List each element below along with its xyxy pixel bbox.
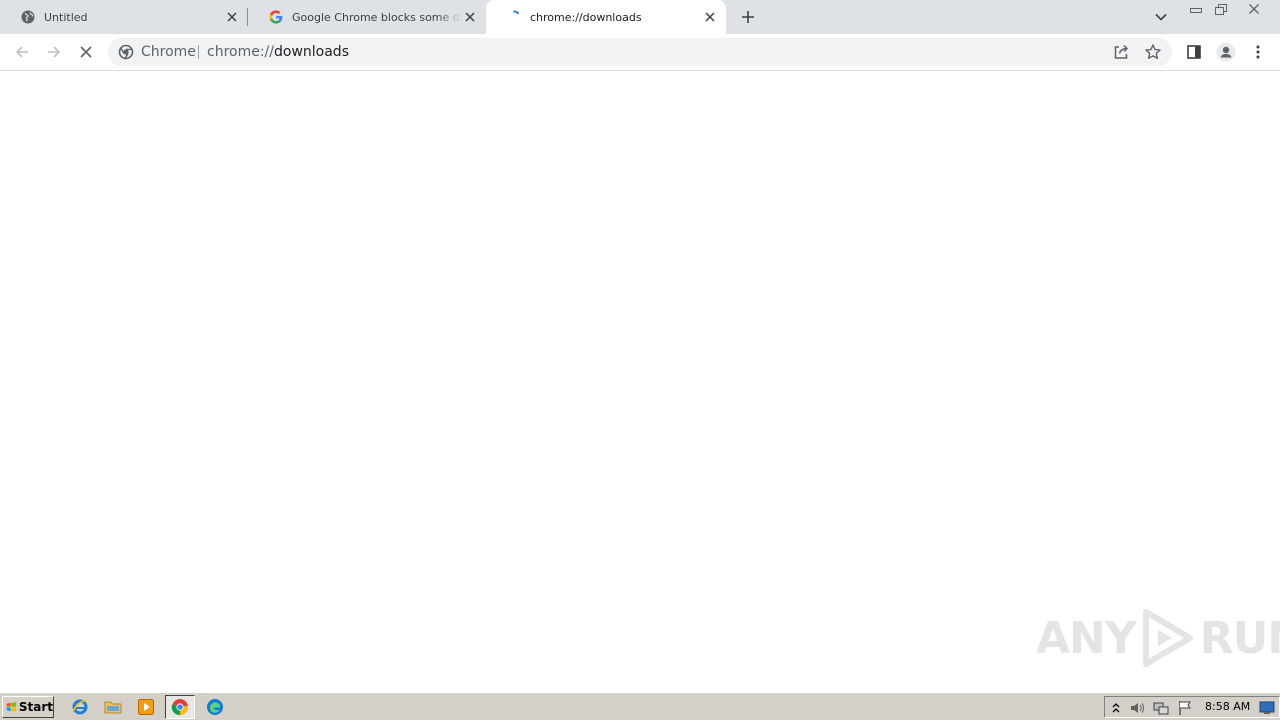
address-bar[interactable]: Chrome chrome://downloads — [108, 38, 1172, 66]
minimize-icon — [1190, 8, 1202, 13]
bookmark-star-icon[interactable] — [1144, 43, 1162, 61]
play-logo-icon — [1142, 609, 1193, 667]
url-text[interactable]: chrome://downloads — [207, 44, 349, 60]
taskbar-clock[interactable]: 8:58 AM — [1205, 700, 1250, 713]
media-player-icon[interactable] — [136, 697, 156, 717]
tab-title: Google Chrome blocks some downloads — [292, 10, 462, 24]
minimize-button[interactable] — [1184, 1, 1208, 17]
tab-close-icon[interactable] — [462, 9, 478, 25]
close-icon — [1249, 4, 1259, 14]
windows-logo-icon — [6, 702, 17, 712]
back-button[interactable] — [12, 42, 32, 62]
omnibox-divider — [198, 45, 199, 59]
url-host: downloads — [274, 44, 349, 60]
explorer-folder-icon[interactable] — [103, 697, 123, 717]
browser-toolbar: Chrome chrome://downloads — [0, 34, 1280, 71]
watermark-right-text: RUN — [1199, 612, 1280, 664]
share-icon[interactable] — [1112, 43, 1130, 61]
kebab-menu-icon — [1256, 45, 1260, 59]
globe-icon — [20, 9, 36, 25]
loading-spinner-icon — [506, 9, 522, 25]
profile-button[interactable] — [1216, 42, 1236, 62]
restore-button[interactable] — [1209, 1, 1233, 17]
window-close-button[interactable] — [1240, 1, 1268, 17]
google-g-icon — [268, 9, 284, 25]
tab-title: chrome://downloads — [530, 10, 642, 24]
new-tab-button[interactable] — [738, 7, 758, 27]
page-content — [0, 72, 1280, 692]
side-panel-button[interactable] — [1184, 42, 1204, 62]
avatar-icon — [1216, 42, 1236, 62]
chrome-page-icon — [118, 44, 134, 60]
edge-icon[interactable] — [205, 697, 225, 717]
stop-loading-button[interactable] — [76, 42, 96, 62]
chrome-icon[interactable] — [165, 695, 195, 719]
anyrun-watermark: ANY RUN — [1036, 606, 1280, 670]
stop-x-icon — [80, 46, 92, 58]
tab-google-chrome-blocks[interactable]: Google Chrome blocks some downloads — [248, 0, 486, 34]
tab-title: Untitled — [44, 10, 88, 24]
omnibox-chip-label: Chrome — [141, 44, 196, 60]
show-desktop-icon[interactable] — [1259, 700, 1275, 716]
system-tray: 8:58 AM — [1104, 696, 1280, 718]
start-label: Start — [18, 700, 53, 714]
action-center-flag-icon[interactable] — [1177, 700, 1193, 716]
menu-button[interactable] — [1248, 42, 1268, 62]
start-button[interactable]: Start — [2, 696, 54, 718]
network-icon[interactable] — [1153, 700, 1169, 716]
plus-icon — [742, 11, 754, 23]
tab-close-icon[interactable] — [702, 9, 718, 25]
tab-close-icon[interactable] — [224, 9, 240, 25]
arrow-left-icon — [15, 46, 28, 58]
chevron-down-icon — [1155, 13, 1167, 21]
tab-chrome-downloads[interactable]: chrome://downloads — [486, 0, 726, 34]
watermark-left-text: ANY — [1036, 612, 1137, 664]
ie-icon[interactable] — [70, 697, 90, 717]
side-panel-icon — [1187, 45, 1201, 59]
url-scheme: chrome:// — [207, 44, 274, 60]
tab-search-button[interactable] — [1152, 8, 1170, 26]
windows-taskbar: Start 8:58 AM — [0, 692, 1280, 720]
restore-icon — [1215, 4, 1227, 15]
tab-strip: Untitled Google Chrome blocks some downl… — [0, 0, 1280, 34]
forward-button[interactable] — [44, 42, 64, 62]
volume-icon[interactable] — [1129, 700, 1145, 716]
tab-untitled[interactable]: Untitled — [0, 0, 248, 34]
show-hidden-icons-icon[interactable] — [1108, 700, 1124, 716]
arrow-right-icon — [48, 46, 61, 58]
